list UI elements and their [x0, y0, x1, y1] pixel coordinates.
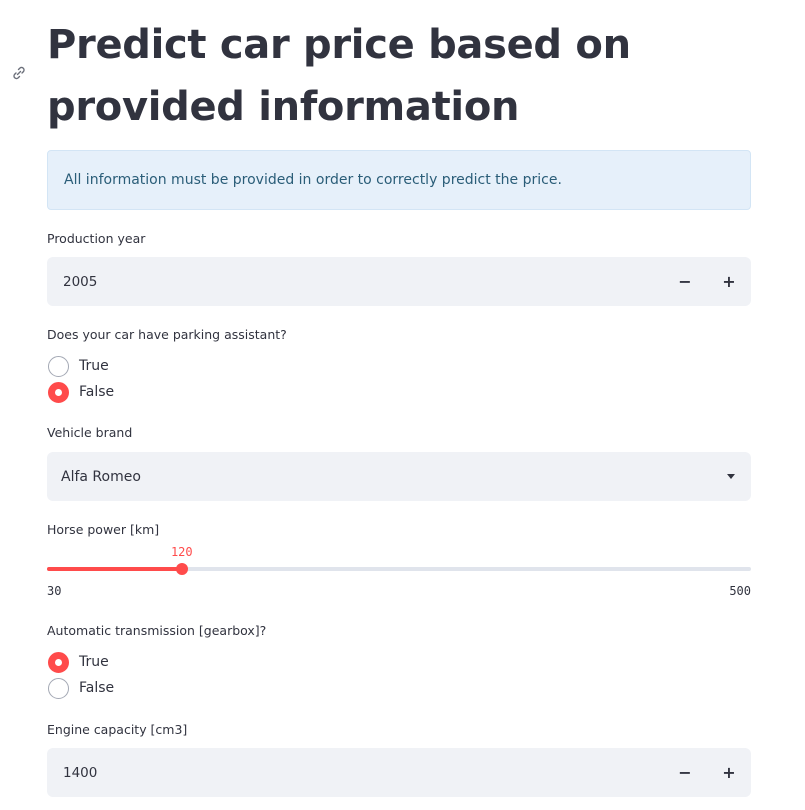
radio-unchecked-icon[interactable]	[48, 677, 69, 699]
horse-power-slider-thumb[interactable]	[175, 563, 188, 575]
radio-checked-icon[interactable]	[48, 651, 69, 673]
automatic-transmission-option-true[interactable]: True	[48, 650, 109, 674]
production-year-increment-button[interactable]: +	[707, 257, 751, 306]
horse-power-slider-value: 120	[170, 545, 193, 559]
radio-unchecked-icon[interactable]	[48, 355, 69, 377]
info-alert: All information must be provided in orde…	[47, 150, 751, 210]
radio-label: False	[79, 680, 115, 696]
production-year-input[interactable]: 2005 − +	[47, 257, 751, 306]
chevron-down-icon[interactable]	[727, 474, 735, 479]
horse-power-slider-max: 500	[729, 584, 751, 598]
parking-assistant-label: Does your car have parking assistant?	[47, 327, 287, 342]
engine-capacity-value[interactable]: 1400	[47, 765, 663, 781]
horse-power-slider-min: 30	[47, 584, 62, 598]
engine-capacity-decrement-button[interactable]: −	[663, 748, 707, 797]
parking-assistant-option-false[interactable]: False	[48, 380, 114, 404]
engine-capacity-label: Engine capacity [cm3]	[47, 722, 188, 737]
radio-label: True	[79, 358, 109, 374]
horse-power-slider-fill	[47, 567, 182, 571]
automatic-transmission-label: Automatic transmission [gearbox]?	[47, 623, 267, 638]
production-year-value[interactable]: 2005	[47, 274, 663, 290]
engine-capacity-increment-button[interactable]: +	[707, 748, 751, 797]
vehicle-brand-select[interactable]: Alfa Romeo	[47, 452, 751, 501]
production-year-label: Production year	[47, 231, 146, 246]
radio-label: False	[79, 384, 115, 400]
info-alert-text: All information must be provided in orde…	[64, 172, 562, 188]
vehicle-brand-value: Alfa Romeo	[61, 468, 141, 485]
horse-power-label: Horse power [km]	[47, 522, 160, 537]
vehicle-brand-label: Vehicle brand	[47, 425, 133, 440]
automatic-transmission-option-false[interactable]: False	[48, 676, 114, 700]
radio-label: True	[79, 654, 109, 670]
engine-capacity-input[interactable]: 1400 − +	[47, 748, 751, 797]
link-icon[interactable]	[9, 63, 29, 83]
radio-checked-icon[interactable]	[48, 381, 69, 403]
production-year-decrement-button[interactable]: −	[663, 257, 707, 306]
page-title: Predict car price based on provided info…	[47, 22, 631, 130]
parking-assistant-option-true[interactable]: True	[48, 354, 109, 378]
